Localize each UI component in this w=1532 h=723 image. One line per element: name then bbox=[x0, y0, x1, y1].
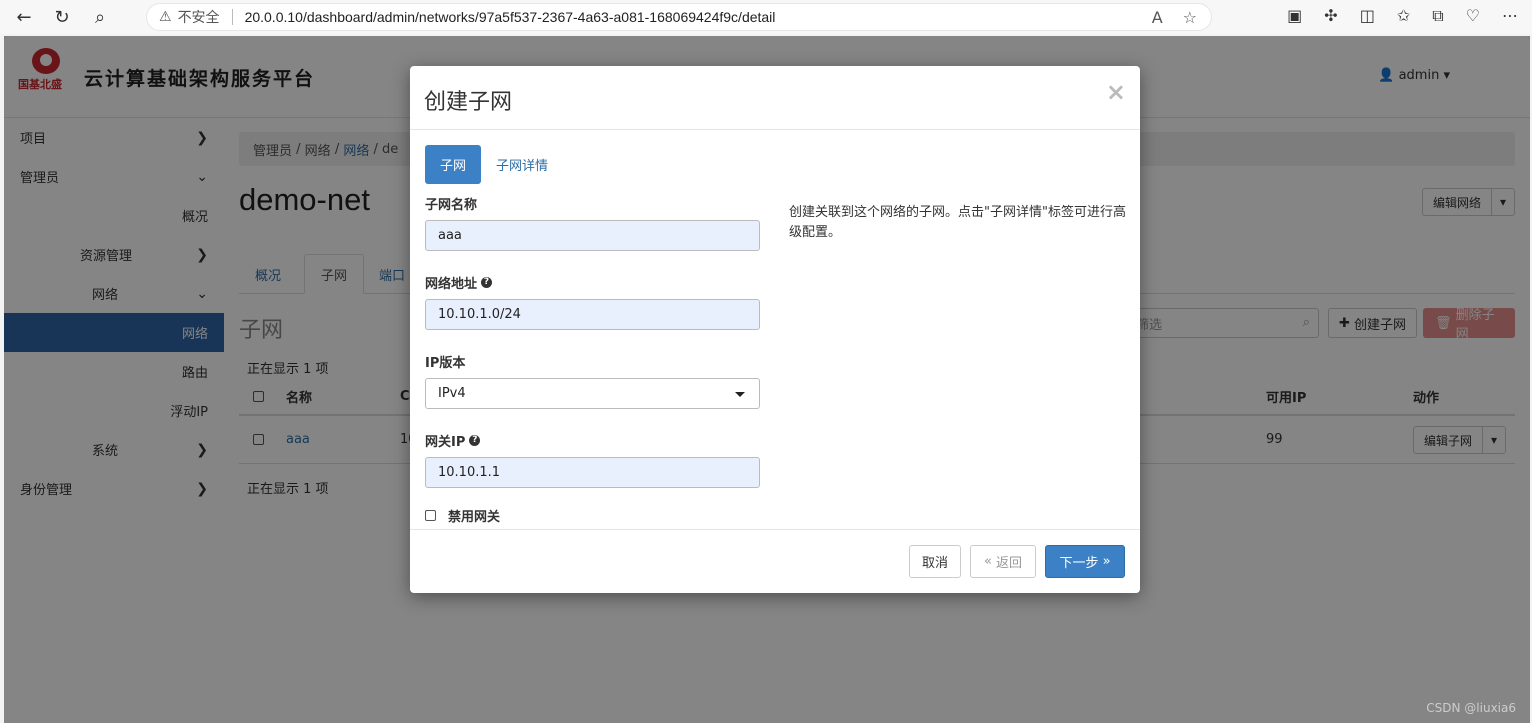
help-text: 创建关联到这个网络的子网。点击"子网详情"标签可进行高级配置。 bbox=[789, 205, 1126, 240]
help-icon[interactable]: ? bbox=[481, 276, 493, 288]
browser-toolbar: ← ↻ ⌕ ⚠ 不安全 20.0.0.10/dashboard/admin/ne… bbox=[0, 0, 1532, 34]
gateway-ip-label: 网关IP bbox=[425, 434, 466, 450]
network-address-label-row: 网络地址 ? bbox=[425, 273, 760, 292]
double-chevron-right-icon: » bbox=[1098, 554, 1111, 569]
tab-subnet-details[interactable]: 子网详情 bbox=[481, 145, 563, 184]
caret-down-icon bbox=[735, 392, 745, 397]
warning-icon: ⚠ bbox=[159, 9, 172, 25]
ip-version-field: IP版本 IPv4 bbox=[425, 352, 760, 409]
subnet-name-input[interactable]: aaa bbox=[425, 220, 760, 251]
browser-essentials-icon[interactable]: ♡ bbox=[1466, 6, 1480, 26]
more-icon[interactable]: ⋯ bbox=[1502, 6, 1518, 26]
network-address-input[interactable]: 10.10.1.0/24 bbox=[425, 299, 760, 330]
split-screen-icon[interactable]: ◫ bbox=[1360, 6, 1375, 26]
disable-gateway-checkbox[interactable] bbox=[425, 510, 436, 521]
disable-gateway-row[interactable]: 禁用网关 bbox=[425, 506, 760, 525]
search-icon[interactable]: ⌕ bbox=[86, 3, 114, 31]
network-address-field: 网络地址 ? 10.10.1.0/24 bbox=[425, 273, 760, 330]
back-button[interactable]: « 返回 bbox=[970, 545, 1036, 578]
watermark: CSDN @liuxia6 bbox=[1426, 701, 1516, 715]
collections-icon[interactable]: ⧉ bbox=[1432, 6, 1443, 26]
address-bar[interactable]: ⚠ 不安全 20.0.0.10/dashboard/admin/networks… bbox=[146, 3, 1212, 31]
double-chevron-left-icon: « bbox=[983, 554, 997, 569]
back-arrow-icon[interactable]: ← bbox=[10, 3, 38, 31]
extension-icon[interactable]: ▣ bbox=[1287, 6, 1302, 26]
tab-subnet[interactable]: 子网 bbox=[425, 145, 482, 184]
modal-footer: 取消 « 返回 下一步 » bbox=[410, 529, 1140, 593]
subnet-name-label: 子网名称 bbox=[425, 197, 478, 213]
gateway-ip-input[interactable]: 10.10.1.1 bbox=[425, 457, 760, 488]
gateway-ip-label-row: 网关IP ? bbox=[425, 431, 760, 450]
ip-version-label: IP版本 bbox=[425, 355, 466, 371]
divider bbox=[231, 9, 233, 25]
insecure-label: 不安全 bbox=[177, 10, 220, 26]
modal-header: 创建子网 × bbox=[410, 66, 1140, 130]
read-aloud-icon[interactable]: A bbox=[1152, 8, 1163, 27]
url-text[interactable]: 20.0.0.10/dashboard/admin/networks/97a5f… bbox=[245, 9, 776, 25]
disable-gateway-label: 禁用网关 bbox=[448, 510, 501, 525]
subnet-name-field: 子网名称 aaa bbox=[425, 194, 760, 251]
favorites-icon[interactable]: ✩ bbox=[1397, 6, 1410, 26]
gateway-ip-field: 网关IP ? 10.10.1.1 bbox=[425, 431, 760, 488]
help-icon[interactable]: ? bbox=[469, 434, 481, 446]
subnet-form: 子网名称 aaa 网络地址 ? 10.10.1.0/24 IP版本 IPv4 网… bbox=[425, 194, 760, 525]
reload-icon[interactable]: ↻ bbox=[48, 3, 76, 31]
wizard-tabs: 子网 子网详情 bbox=[425, 145, 563, 184]
puzzle-icon[interactable]: ✣ bbox=[1324, 6, 1337, 26]
network-address-label: 网络地址 bbox=[425, 276, 478, 292]
ip-version-value: IPv4 bbox=[438, 386, 466, 401]
ip-version-select[interactable]: IPv4 bbox=[425, 378, 760, 409]
next-button[interactable]: 下一步 » bbox=[1045, 545, 1125, 578]
modal-title: 创建子网 bbox=[424, 90, 513, 115]
cancel-button[interactable]: 取消 bbox=[909, 545, 961, 578]
favorite-star-icon[interactable]: ☆ bbox=[1183, 8, 1197, 27]
close-icon[interactable]: × bbox=[1106, 78, 1126, 106]
back-label: 返回 bbox=[996, 556, 1023, 571]
next-label: 下一步 bbox=[1059, 556, 1099, 571]
create-subnet-modal: 创建子网 × 子网 子网详情 子网名称 aaa 网络地址 ? 10.10.1.0… bbox=[410, 66, 1140, 593]
